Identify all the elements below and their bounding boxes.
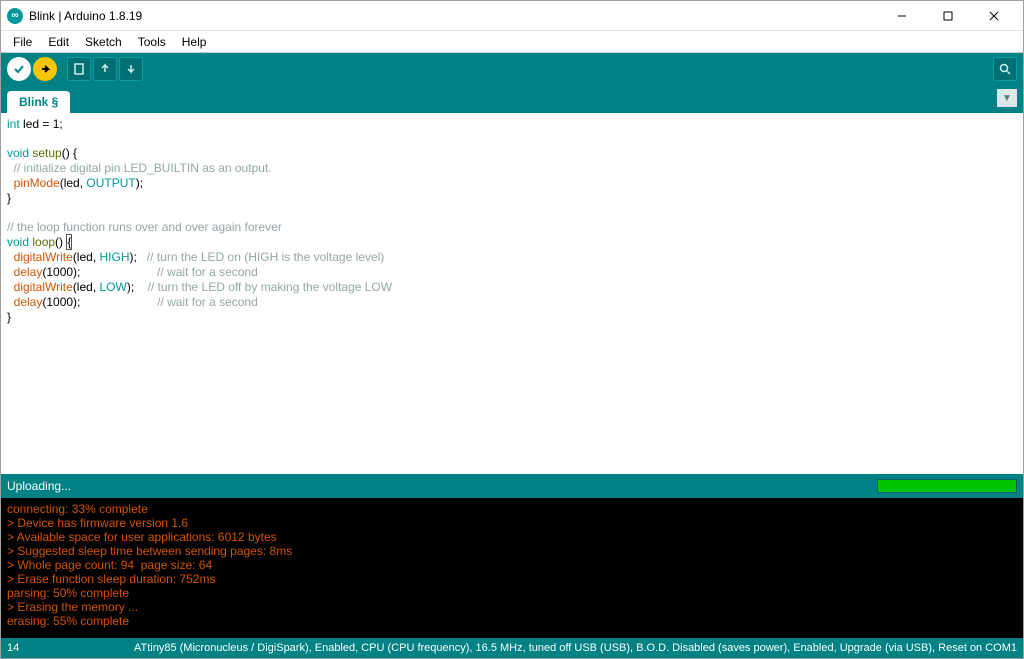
console-line: erasing: 55% complete — [7, 614, 129, 628]
code-comment: // the loop function runs over and over … — [7, 220, 282, 234]
board-info: ATtiny85 (Micronucleus / DigiSpark), Ena… — [19, 642, 1017, 654]
save-button[interactable] — [119, 57, 143, 81]
output-console[interactable]: connecting: 33% complete > Device has fi… — [1, 498, 1023, 638]
code-token: digitalWrite — [14, 250, 73, 264]
console-line: > Whole page count: 94 page size: 64 — [7, 558, 212, 572]
menubar: File Edit Sketch Tools Help — [1, 31, 1023, 53]
menu-edit[interactable]: Edit — [40, 33, 77, 51]
verify-button[interactable] — [7, 57, 31, 81]
menu-tools[interactable]: Tools — [130, 33, 174, 51]
cursor: { — [66, 234, 72, 250]
console-line: > Erasing the memory ... — [7, 600, 138, 614]
code-editor[interactable]: int led = 1; void setup() { // initializ… — [1, 113, 1023, 474]
code-token: HIGH — [100, 250, 130, 264]
status-text: Uploading... — [7, 479, 71, 493]
menu-sketch[interactable]: Sketch — [77, 33, 130, 51]
code-token: delay — [14, 295, 43, 309]
tab-menu-button[interactable]: ▼ — [997, 89, 1017, 107]
code-token: (1000); — [42, 265, 157, 279]
code-token: } — [7, 310, 11, 324]
status-bar: Uploading... — [1, 474, 1023, 498]
console-line: > Erase function sleep duration: 752ms — [7, 572, 215, 586]
code-comment: // wait for a second — [157, 265, 258, 279]
code-token: OUTPUT — [86, 176, 135, 190]
code-token — [7, 280, 14, 294]
maximize-button[interactable] — [925, 1, 971, 31]
code-token: () — [55, 235, 66, 249]
code-token: ); — [127, 280, 148, 294]
console-line: > Suggested sleep time between sending p… — [7, 544, 292, 558]
new-button[interactable] — [67, 57, 91, 81]
code-comment: // initialize digital pin LED_BUILTIN as… — [7, 161, 272, 175]
code-token: digitalWrite — [14, 280, 73, 294]
menu-help[interactable]: Help — [174, 33, 215, 51]
console-line: > Available space for user applications:… — [7, 530, 277, 544]
code-token — [7, 176, 14, 190]
code-token: setup — [32, 146, 61, 160]
code-token: led = 1; — [20, 117, 63, 131]
code-token: (led, — [73, 280, 100, 294]
tab-blink[interactable]: Blink § — [7, 91, 70, 113]
code-comment: // wait for a second — [157, 295, 258, 309]
code-token: LOW — [100, 280, 127, 294]
titlebar: Blink | Arduino 1.8.19 — [1, 1, 1023, 31]
code-token: loop — [32, 235, 55, 249]
line-number: 14 — [7, 642, 19, 654]
code-token: (1000); — [42, 295, 157, 309]
code-comment: // turn the LED off by making the voltag… — [148, 280, 393, 294]
code-comment: // turn the LED on (HIGH is the voltage … — [147, 250, 384, 264]
code-token: (led, — [73, 250, 100, 264]
arduino-icon — [7, 8, 23, 24]
upload-button[interactable] — [33, 57, 57, 81]
close-button[interactable] — [971, 1, 1017, 31]
menu-file[interactable]: File — [5, 33, 40, 51]
console-line: connecting: 33% complete — [7, 502, 148, 516]
code-token: ); — [136, 176, 143, 190]
console-line: > Device has firmware version 1.6 — [7, 516, 188, 530]
serial-monitor-button[interactable] — [993, 57, 1017, 81]
code-token — [7, 250, 14, 264]
code-token: void — [7, 235, 29, 249]
bottom-bar: 14 ATtiny85 (Micronucleus / DigiSpark), … — [1, 638, 1023, 658]
code-token: pinMode — [14, 176, 60, 190]
console-line: parsing: 50% complete — [7, 586, 129, 600]
code-token: ); — [130, 250, 147, 264]
open-button[interactable] — [93, 57, 117, 81]
upload-progress — [877, 479, 1017, 493]
code-token — [7, 265, 14, 279]
code-token: void — [7, 146, 29, 160]
code-token: () { — [62, 146, 77, 160]
minimize-button[interactable] — [879, 1, 925, 31]
code-token: } — [7, 191, 11, 205]
tab-strip: Blink § ▼ — [1, 85, 1023, 113]
code-token: (led, — [60, 176, 87, 190]
code-token: delay — [14, 265, 43, 279]
chevron-down-icon: ▼ — [1002, 93, 1012, 104]
code-token: int — [7, 117, 20, 131]
window-title: Blink | Arduino 1.8.19 — [29, 9, 142, 23]
toolbar — [1, 53, 1023, 85]
app-window: Blink | Arduino 1.8.19 File Edit Sketch … — [0, 0, 1024, 659]
code-token — [7, 295, 14, 309]
